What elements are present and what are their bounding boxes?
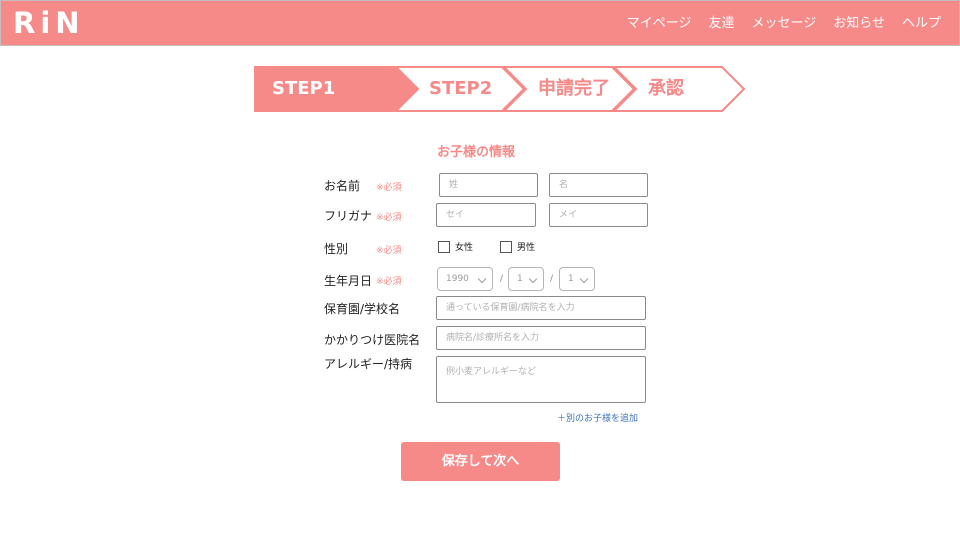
- birth-day-value: 1: [568, 274, 574, 284]
- birth-month-select[interactable]: 1: [508, 267, 544, 291]
- first-name-kana-input[interactable]: メイ: [549, 203, 648, 227]
- last-name-kana-input[interactable]: セイ: [436, 203, 536, 227]
- birth-day-select[interactable]: 1: [559, 267, 595, 291]
- chevron-down-icon: [477, 274, 487, 284]
- nav-help[interactable]: ヘルプ: [902, 15, 941, 33]
- name-required-mark: ※必須: [376, 183, 402, 193]
- clinic-label: かかりつけ医院名: [324, 333, 421, 347]
- nav-notifications[interactable]: お知らせ: [833, 15, 885, 33]
- female-checkbox[interactable]: [438, 241, 450, 253]
- save-next-button[interactable]: 保存して次へ: [401, 442, 560, 481]
- school-input[interactable]: 通っている保育園/病院名を入力: [436, 296, 646, 320]
- step3-label: 申請完了: [538, 78, 610, 99]
- nav-mypage[interactable]: マイページ: [627, 15, 692, 33]
- clinic-input[interactable]: 病院名/診療所名を入力: [436, 326, 646, 350]
- app-logo[interactable]: RiN: [13, 5, 85, 41]
- nav-messages[interactable]: メッセージ: [751, 15, 816, 33]
- gender-required-mark: ※必須: [376, 246, 402, 256]
- allergy-label: アレルギー/持病: [324, 357, 413, 371]
- birthday-label: 生年月日: [324, 274, 373, 288]
- nav-friends[interactable]: 友達: [708, 15, 734, 33]
- name-label: お名前: [324, 179, 361, 193]
- first-name-input[interactable]: 名: [549, 173, 648, 197]
- male-label: 男性: [517, 243, 536, 253]
- top-nav: マイページ 友達 メッセージ お知らせ ヘルプ: [627, 15, 941, 33]
- school-label: 保育園/学校名: [324, 302, 401, 316]
- form-title: お子様の情報: [437, 145, 516, 160]
- male-checkbox[interactable]: [500, 241, 512, 253]
- step-progress: STEP1 STEP2 申請完了 承認: [254, 66, 748, 112]
- birthday-required-mark: ※必須: [376, 277, 402, 287]
- birth-month-value: 1: [517, 274, 523, 284]
- step1-label: STEP1: [272, 78, 336, 99]
- last-name-input[interactable]: 姓: [439, 173, 538, 197]
- furigana-label: フリガナ: [324, 209, 373, 223]
- birth-year-select[interactable]: 1990: [437, 267, 493, 291]
- chevron-down-icon: [528, 274, 538, 284]
- chevron-down-icon: [579, 274, 589, 284]
- birth-year-value: 1990: [446, 274, 469, 284]
- step4-label: 承認: [648, 78, 684, 99]
- date-separator: /: [500, 274, 504, 284]
- step2-label: STEP2: [429, 78, 493, 99]
- furigana-required-mark: ※必須: [376, 213, 402, 223]
- header-bar: RiN マイページ 友達 メッセージ お知らせ ヘルプ: [0, 0, 960, 46]
- add-child-link[interactable]: ＋別のお子様を追加: [557, 411, 638, 424]
- gender-label: 性別: [324, 242, 349, 256]
- female-label: 女性: [455, 243, 474, 253]
- allergy-textarea[interactable]: 例小麦アレルギーなど: [436, 356, 646, 403]
- date-separator: /: [550, 274, 554, 284]
